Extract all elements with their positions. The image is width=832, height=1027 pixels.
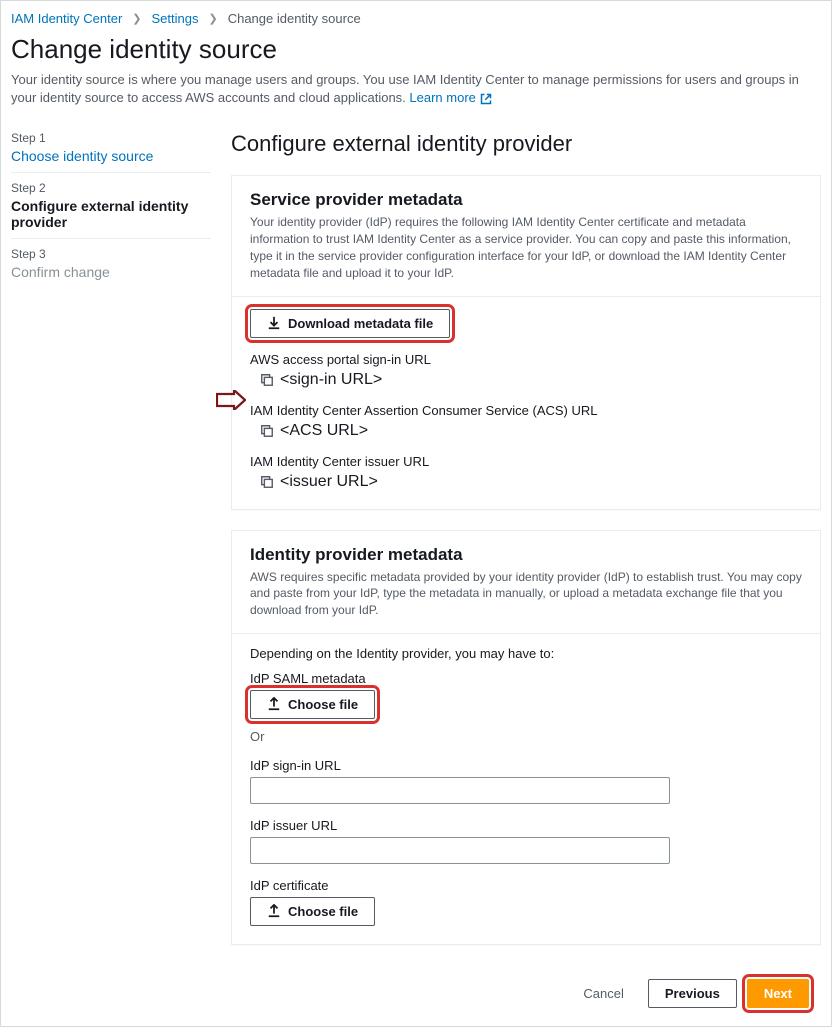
main-heading: Configure external identity provider	[231, 131, 821, 157]
download-metadata-button[interactable]: Download metadata file	[250, 309, 450, 338]
download-icon	[267, 316, 281, 330]
sp-title: Service provider metadata	[250, 190, 802, 210]
or-divider: Or	[250, 729, 802, 744]
signin-url-value: <sign-in URL>	[280, 371, 382, 389]
step3-label: Step 3	[11, 247, 211, 261]
chevron-right-icon: ❯	[132, 12, 141, 25]
breadcrumb-iam[interactable]: IAM Identity Center	[11, 11, 122, 26]
breadcrumb: IAM Identity Center ❯ Settings ❯ Change …	[1, 1, 831, 34]
arrow-annotation-icon	[216, 390, 246, 410]
service-provider-panel: Service provider metadata Your identity …	[231, 175, 821, 509]
cancel-button[interactable]: Cancel	[569, 979, 637, 1008]
idp-note: Depending on the Identity provider, you …	[250, 646, 802, 661]
issuer-url-value: <issuer URL>	[280, 473, 378, 491]
identity-provider-panel: Identity provider metadata AWS requires …	[231, 530, 821, 945]
choose-file-cert-button[interactable]: Choose file	[250, 897, 375, 926]
copy-icon[interactable]	[260, 373, 274, 387]
breadcrumb-current: Change identity source	[228, 11, 361, 26]
upload-icon	[267, 697, 281, 711]
idp-issuer-label: IdP issuer URL	[250, 818, 802, 833]
sp-description: Your identity provider (IdP) requires th…	[250, 214, 802, 281]
acs-url-value: <ACS URL>	[280, 422, 368, 440]
external-link-icon	[480, 93, 492, 105]
copy-icon[interactable]	[260, 424, 274, 438]
choose-file-saml-button[interactable]: Choose file	[250, 690, 375, 719]
copy-icon[interactable]	[260, 475, 274, 489]
step2-label: Step 2	[11, 181, 211, 195]
idp-title: Identity provider metadata	[250, 545, 802, 565]
idp-description: AWS requires specific metadata provided …	[250, 569, 802, 619]
step3-future: Confirm change	[11, 264, 211, 280]
page-title: Change identity source	[11, 34, 815, 65]
step1-link[interactable]: Choose identity source	[11, 148, 211, 164]
next-button[interactable]: Next	[747, 979, 809, 1008]
issuer-url-label: IAM Identity Center issuer URL	[250, 454, 802, 469]
page-subtitle: Your identity source is where you manage…	[11, 71, 815, 107]
signin-url-label: AWS access portal sign-in URL	[250, 352, 802, 367]
acs-url-label: IAM Identity Center Assertion Consumer S…	[250, 403, 802, 418]
learn-more-link[interactable]: Learn more	[409, 90, 491, 105]
step2-current: Configure external identity provider	[11, 198, 211, 230]
previous-button[interactable]: Previous	[648, 979, 737, 1008]
idp-signin-label: IdP sign-in URL	[250, 758, 802, 773]
idp-cert-label: IdP certificate	[250, 878, 802, 893]
step1-label: Step 1	[11, 131, 211, 145]
saml-metadata-label: IdP SAML metadata	[250, 671, 802, 686]
idp-signin-input[interactable]	[250, 777, 670, 804]
chevron-right-icon: ❯	[208, 12, 217, 25]
wizard-footer: Cancel Previous Next	[231, 965, 821, 1026]
wizard-stepper: Step 1 Choose identity source Step 2 Con…	[11, 131, 211, 1026]
idp-issuer-input[interactable]	[250, 837, 670, 864]
breadcrumb-settings[interactable]: Settings	[152, 11, 199, 26]
upload-icon	[267, 904, 281, 918]
